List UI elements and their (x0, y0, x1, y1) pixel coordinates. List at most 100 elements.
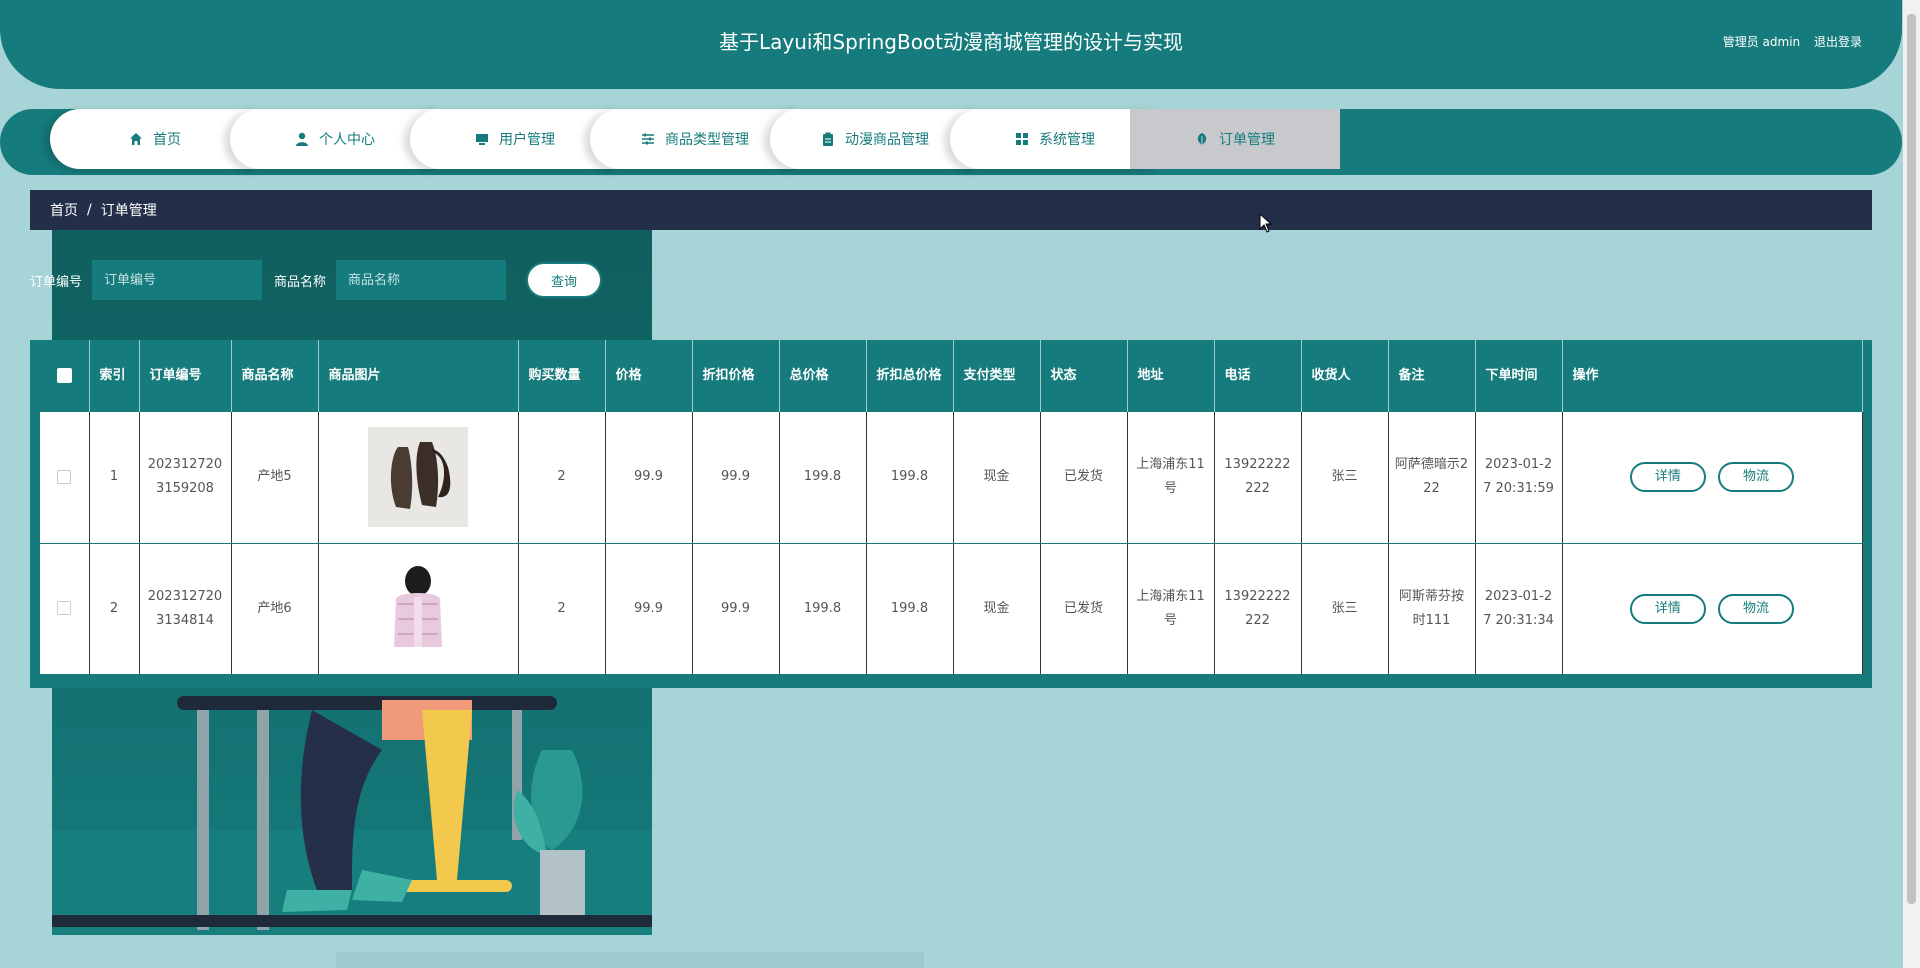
breadcrumb-home[interactable]: 首页 (50, 200, 78, 220)
top-header: 基于Layui和SpringBoot动漫商城管理的设计与实现 管理员 admin… (0, 0, 1902, 89)
phone-cell: 13922222222 (1214, 412, 1302, 544)
nav-item-product-types[interactable]: 商品类型管理 (590, 109, 800, 169)
breadcrumb: 首页 / 订单管理 (30, 190, 1872, 230)
logistics-button[interactable]: 物流 (1718, 462, 1795, 493)
nav-item-home[interactable]: 首页 (50, 109, 260, 169)
column-header: 商品图片 (318, 340, 519, 412)
orders-table-container: 索引 订单编号 商品名称 商品图片 购买数量 价格 折扣价格 总价格 折扣总价格… (30, 340, 1872, 688)
home-icon (129, 132, 143, 146)
discount-price-cell: 99.9 (692, 412, 780, 544)
qty-cell: 2 (518, 543, 606, 675)
product-image (368, 558, 468, 659)
column-header: 折扣价格 (692, 340, 780, 412)
column-header: 电话 (1214, 340, 1302, 412)
breadcrumb-separator: / (87, 202, 92, 218)
discount-total-cell: 199.8 (866, 412, 954, 544)
column-header: 购买数量 (518, 340, 606, 412)
column-header: 商品名称 (231, 340, 319, 412)
current-user: 管理员 admin (1722, 35, 1801, 49)
qty-cell: 2 (518, 412, 606, 544)
user-area: 管理员 admin 退出登录 (1723, 33, 1862, 50)
price-cell: 99.9 (605, 543, 693, 675)
pay-type-cell: 现金 (953, 412, 1041, 544)
receiver-cell: 张三 (1301, 543, 1389, 675)
table-row: 1 2023127203159208 产地5 2 99.9 99.9 199.8… (40, 412, 1863, 544)
orders-table: 索引 订单编号 商品名称 商品图片 购买数量 价格 折扣价格 总价格 折扣总价格… (40, 340, 1863, 675)
row-select-cell (40, 412, 90, 544)
product-name-cell: 产地6 (231, 543, 319, 675)
actions-cell: 详情 物流 (1562, 543, 1863, 675)
table-row: 2 2023127203134814 产地6 2 99.9 99.9 199.8 (40, 543, 1863, 675)
nav-label: 首页 (153, 132, 181, 148)
column-header: 订单编号 (139, 340, 232, 412)
nav-item-orders[interactable]: 订单管理 (1130, 109, 1340, 169)
order-no-cell: 2023127203134814 (139, 543, 232, 675)
time-cell: 2023-01-27 20:31:59 (1475, 412, 1563, 544)
detail-button[interactable]: 详情 (1629, 462, 1706, 493)
main-nav: 首页 个人中心 用户管理 商品类型管理 动漫商品管理 系统管理 订单管理 (0, 109, 1902, 175)
phone-cell: 13922222222 (1214, 543, 1302, 675)
order-no-cell: 2023127203159208 (139, 412, 232, 544)
nav-label: 系统管理 (1039, 132, 1095, 148)
select-all-cell (40, 340, 90, 412)
status-cell: 已发货 (1040, 543, 1128, 675)
nav-item-profile[interactable]: 个人中心 (230, 109, 440, 169)
select-all-checkbox[interactable] (56, 368, 72, 383)
footer-strip (336, 952, 924, 968)
price-cell: 99.9 (605, 412, 693, 544)
discount-total-cell: 199.8 (866, 543, 954, 675)
column-header: 操作 (1562, 340, 1863, 412)
row-checkbox[interactable] (57, 469, 72, 484)
column-header: 收货人 (1301, 340, 1389, 412)
product-name-cell: 产地5 (231, 412, 319, 544)
column-header: 价格 (605, 340, 693, 412)
product-image-cell (318, 412, 519, 544)
detail-button[interactable]: 详情 (1629, 593, 1706, 624)
nav-item-anime-products[interactable]: 动漫商品管理 (770, 109, 980, 169)
total-cell: 199.8 (779, 543, 867, 675)
nav-label: 订单管理 (1219, 132, 1275, 148)
row-checkbox[interactable] (57, 601, 72, 615)
column-header: 总价格 (779, 340, 867, 412)
monitor-icon (475, 132, 489, 146)
query-button[interactable]: 查询 (526, 262, 603, 298)
nav-label: 动漫商品管理 (845, 132, 929, 148)
address-cell: 上海浦东11号 (1127, 543, 1215, 675)
app-title: 基于Layui和SpringBoot动漫商城管理的设计与实现 (718, 30, 1184, 54)
nav-label: 商品类型管理 (665, 132, 749, 148)
index-cell: 1 (89, 412, 140, 544)
index-cell: 2 (89, 543, 140, 675)
row-select-cell (40, 543, 90, 675)
leaf-icon (1195, 132, 1209, 146)
column-header: 支付类型 (953, 340, 1041, 412)
nav-item-users[interactable]: 用户管理 (410, 109, 620, 169)
discount-price-cell: 99.9 (692, 543, 780, 675)
status-cell: 已发货 (1040, 412, 1128, 544)
remark-cell: 阿斯蒂芬按时111 (1388, 543, 1476, 675)
logout-link[interactable]: 退出登录 (1814, 35, 1862, 49)
remark-cell: 阿萨德暗示222 (1388, 412, 1476, 544)
column-header: 索引 (89, 340, 140, 412)
grid-icon (1015, 132, 1029, 146)
total-cell: 199.8 (779, 412, 867, 544)
column-header: 地址 (1127, 340, 1215, 412)
clipboard-icon (821, 132, 835, 146)
sliders-icon (641, 132, 655, 146)
product-name-input[interactable] (336, 260, 507, 300)
pay-type-cell: 现金 (953, 543, 1041, 675)
vertical-scrollbar[interactable] (1903, 0, 1920, 968)
scrollbar-thumb[interactable] (1907, 14, 1916, 904)
breadcrumb-current: 订单管理 (100, 203, 157, 219)
nav-label: 用户管理 (499, 132, 555, 148)
mouse-cursor-icon (1259, 212, 1273, 237)
order-no-label: 订单编号 (30, 274, 83, 290)
product-image (368, 427, 468, 528)
logistics-button[interactable]: 物流 (1718, 593, 1795, 624)
actions-cell: 详情 物流 (1562, 412, 1863, 544)
order-no-input[interactable] (92, 260, 263, 300)
nav-item-system[interactable]: 系统管理 (950, 109, 1160, 169)
column-header: 折扣总价格 (866, 340, 954, 412)
address-cell: 上海浦东11号 (1127, 412, 1215, 544)
column-header: 备注 (1388, 340, 1476, 412)
search-bar: 订单编号 商品名称 查询 (30, 260, 603, 300)
